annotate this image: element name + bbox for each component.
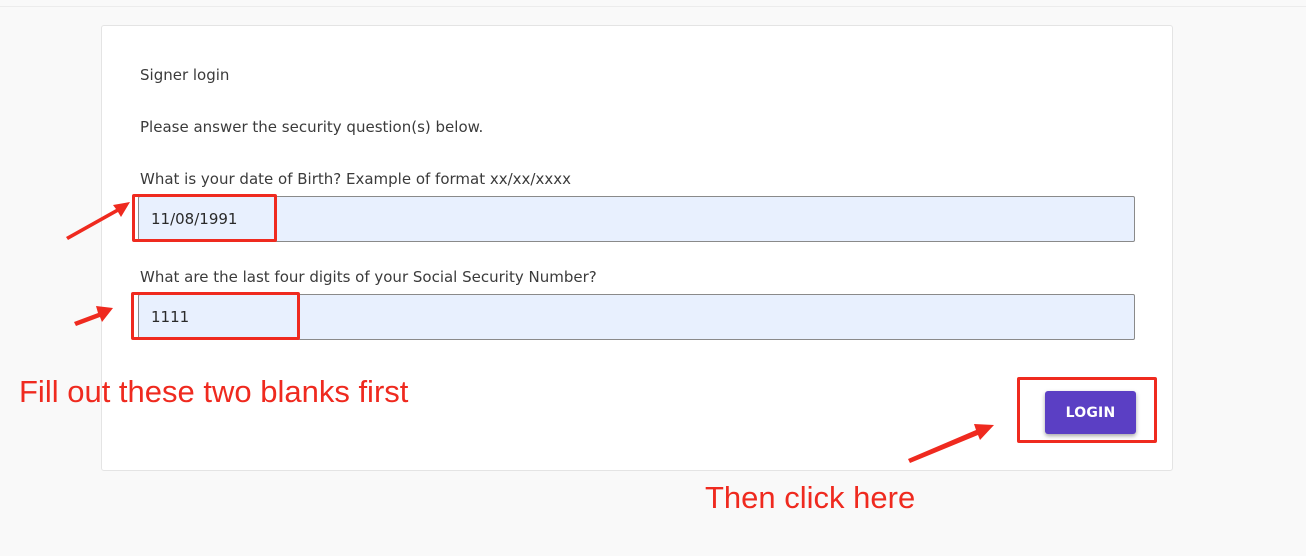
form-heading: Signer login [140, 66, 230, 84]
dob-label: What is your date of Birth? Example of f… [140, 170, 571, 188]
ssn-label: What are the last four digits of your So… [140, 268, 597, 286]
click-here-annotation: Then click here [705, 480, 916, 515]
dob-input[interactable] [138, 196, 1135, 242]
instruction-text: Please answer the security question(s) b… [140, 118, 484, 136]
top-divider [0, 6, 1306, 7]
dob-highlight-box [132, 194, 277, 242]
fill-out-annotation: Fill out these two blanks first [19, 374, 409, 409]
ssn-highlight-box [131, 292, 300, 340]
login-highlight-box [1017, 377, 1157, 443]
